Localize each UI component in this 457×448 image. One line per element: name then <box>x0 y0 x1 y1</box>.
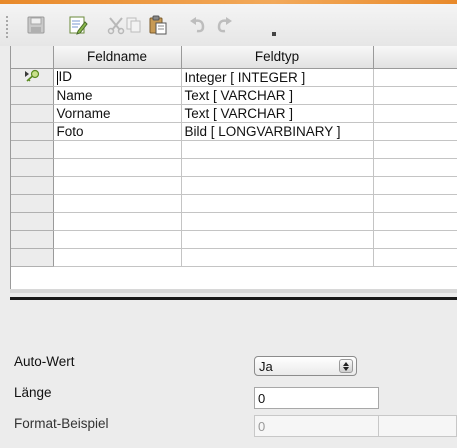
cell-field-type[interactable]: Text [ VARCHAR ] <box>181 86 374 105</box>
undo-button[interactable] <box>186 13 210 37</box>
cell-field-name[interactable] <box>53 158 182 177</box>
select-stepper-icon <box>339 359 353 373</box>
cell-description[interactable] <box>373 86 457 105</box>
table-row[interactable]: Vorname Text [ VARCHAR ] <box>11 104 457 123</box>
cell-field-type[interactable] <box>181 158 374 177</box>
copy-icon <box>126 17 141 33</box>
cell-field-name[interactable] <box>53 248 182 267</box>
table-row[interactable]: ID Integer [ INTEGER ] <box>11 68 457 87</box>
cell-field-name[interactable]: Name <box>53 86 182 105</box>
format-beispiel-field: 0 <box>254 415 379 437</box>
cell-field-type[interactable] <box>181 176 374 195</box>
row-header[interactable] <box>11 68 54 87</box>
cell-description[interactable] <box>373 158 457 177</box>
toolbar <box>0 4 457 46</box>
cell-description[interactable] <box>373 68 457 87</box>
grid-corner <box>11 46 54 69</box>
cell-field-type[interactable] <box>181 140 374 159</box>
cell-field-type[interactable]: Integer [ INTEGER ] <box>181 68 374 87</box>
save-icon <box>27 16 45 34</box>
copy-button[interactable] <box>122 13 146 37</box>
cell-description[interactable] <box>373 140 457 159</box>
table-row[interactable] <box>11 230 457 249</box>
pane-splitter[interactable] <box>10 297 457 300</box>
table-row[interactable] <box>11 212 457 231</box>
text-caret <box>56 70 58 85</box>
format-beispiel-label: Format-Beispiel <box>14 416 109 431</box>
cell-description[interactable] <box>373 248 457 267</box>
grid-horizontal-scrollbar[interactable] <box>10 289 457 293</box>
row-header[interactable] <box>11 230 54 249</box>
cell-field-type[interactable] <box>181 212 374 231</box>
save-button[interactable] <box>24 13 48 37</box>
cell-field-name[interactable] <box>53 230 182 249</box>
row-header[interactable] <box>11 176 54 195</box>
row-header[interactable] <box>11 122 54 141</box>
field-name-text: ID <box>58 69 73 85</box>
cell-field-name[interactable] <box>53 176 182 195</box>
cell-description[interactable] <box>373 104 457 123</box>
cell-field-name[interactable] <box>53 194 182 213</box>
table-row[interactable]: Foto Bild [ LONGVARBINARY ] <box>11 122 457 141</box>
edit-icon <box>69 16 88 35</box>
laenge-input[interactable]: 0 <box>254 387 379 409</box>
laenge-label: Länge <box>14 385 52 400</box>
cell-field-name[interactable]: Vorname <box>53 104 182 123</box>
overflow-dot-icon <box>272 32 276 36</box>
cell-description[interactable] <box>373 230 457 249</box>
table-row[interactable] <box>11 248 457 267</box>
row-header[interactable] <box>11 86 54 105</box>
cell-description[interactable] <box>373 122 457 141</box>
cell-field-type[interactable] <box>181 230 374 249</box>
column-header-feldname[interactable]: Feldname <box>53 46 182 69</box>
undo-icon <box>190 17 205 33</box>
cell-field-type[interactable] <box>181 194 374 213</box>
table-row[interactable] <box>11 158 457 177</box>
primary-key-icon <box>24 69 39 82</box>
toolbar-overflow-button[interactable] <box>269 17 279 39</box>
format-beispiel-button-area <box>379 415 457 437</box>
cell-field-name[interactable]: ID <box>53 68 182 87</box>
table-row[interactable] <box>11 176 457 195</box>
cell-field-name[interactable] <box>53 140 182 159</box>
auto-wert-label: Auto-Wert <box>14 354 75 369</box>
toolbar-grip[interactable] <box>6 16 8 38</box>
edit-button[interactable] <box>66 13 90 37</box>
redo-button[interactable] <box>212 13 236 37</box>
cell-description[interactable] <box>373 176 457 195</box>
cell-field-type[interactable]: Text [ VARCHAR ] <box>181 104 374 123</box>
row-header[interactable] <box>11 104 54 123</box>
table-row[interactable] <box>11 194 457 213</box>
column-header-feldtyp[interactable]: Feldtyp <box>181 46 374 69</box>
cell-field-type[interactable] <box>181 248 374 267</box>
row-header[interactable] <box>11 248 54 267</box>
row-header[interactable] <box>11 212 54 231</box>
field-grid: Feldname Feldtyp ID Integer [ INTEGER ] <box>10 46 457 289</box>
cell-field-type[interactable]: Bild [ LONGVARBINARY ] <box>181 122 374 141</box>
paste-button[interactable] <box>146 13 170 37</box>
redo-icon <box>217 17 232 33</box>
table-row[interactable]: Name Text [ VARCHAR ] <box>11 86 457 105</box>
row-header[interactable] <box>11 158 54 177</box>
cell-description[interactable] <box>373 212 457 231</box>
paste-icon <box>149 15 167 35</box>
cell-description[interactable] <box>373 194 457 213</box>
auto-wert-value: Ja <box>259 359 273 374</box>
cell-field-name[interactable] <box>53 212 182 231</box>
row-header[interactable] <box>11 140 54 159</box>
row-header[interactable] <box>11 194 54 213</box>
auto-wert-select[interactable]: Ja <box>254 356 357 376</box>
column-header-blank <box>373 46 457 69</box>
cell-field-name[interactable]: Foto <box>53 122 182 141</box>
table-row[interactable] <box>11 140 457 159</box>
